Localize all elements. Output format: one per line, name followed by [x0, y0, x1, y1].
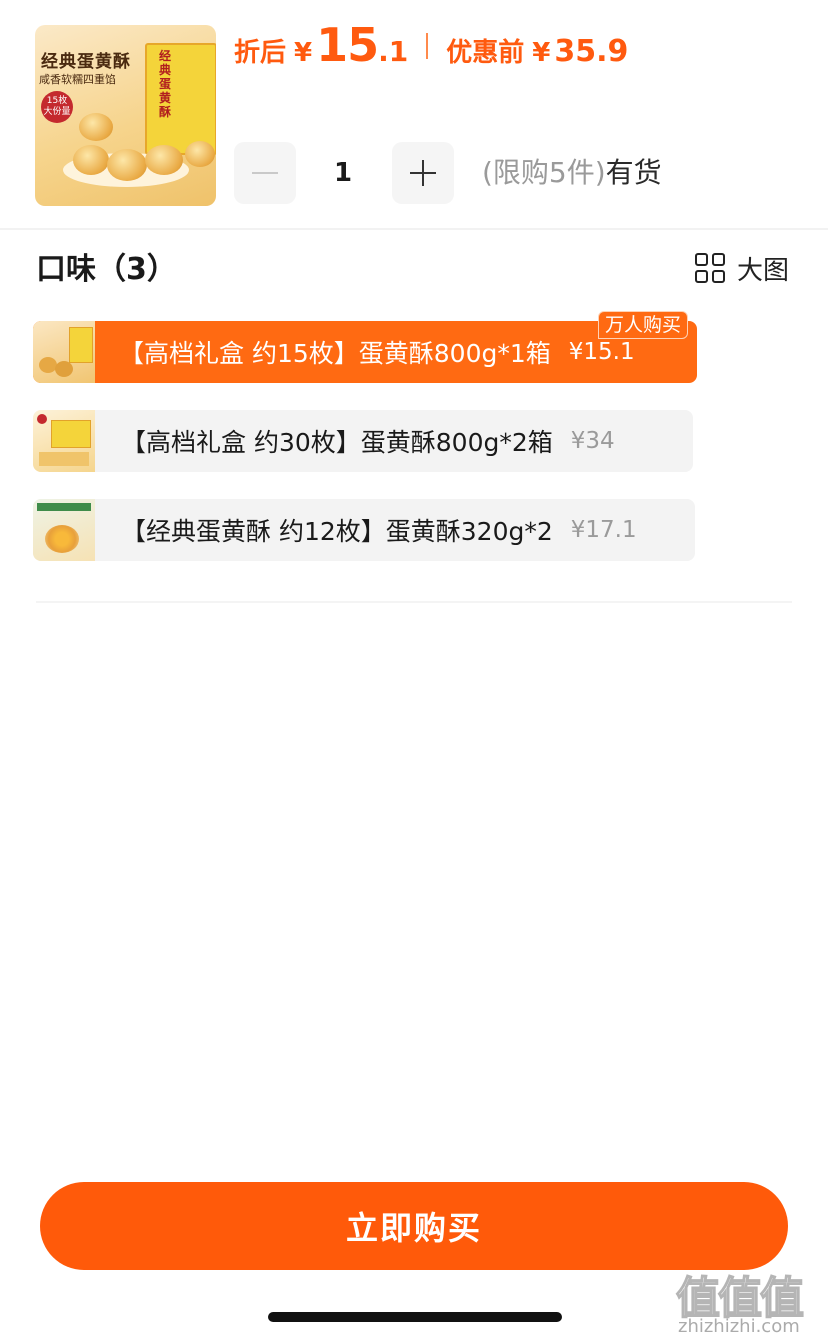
pastry-graphic	[79, 113, 113, 141]
price-separator	[426, 33, 429, 59]
flavor-option-2[interactable]: 【高档礼盒 约30枚】蛋黄酥800g*2箱 ¥34	[33, 410, 693, 472]
decrement-button[interactable]	[234, 142, 296, 204]
after-discount-price-int: 15	[316, 18, 379, 72]
before-discount-label: 优惠前	[446, 38, 525, 68]
option-label: 【高档礼盒 约15枚】蛋黄酥800g*1箱	[119, 339, 551, 368]
after-discount-price-dec: .1	[378, 35, 409, 68]
gift-box-graphic	[145, 43, 216, 155]
price-row: 折后 ¥ 15 .1 优惠前 ¥ 35.9	[234, 18, 628, 74]
option-price: ¥15.1	[568, 339, 635, 365]
badge-top-text: 15枚	[46, 96, 68, 106]
currency-symbol: ¥	[532, 38, 551, 68]
big-view-toggle[interactable]: 大图	[695, 250, 789, 286]
flavor-option-3[interactable]: 【经典蛋黄酥 约12枚】蛋黄酥320g*2 ¥17.1	[33, 499, 695, 561]
plus-icon	[410, 160, 436, 186]
minus-icon	[252, 172, 278, 174]
badge-bottom-text: 大份量	[43, 107, 71, 117]
increment-button[interactable]	[392, 142, 454, 204]
watermark-url: zhizhizhi.com	[678, 1316, 800, 1337]
pastry-graphic	[145, 145, 183, 175]
gift-box-text: 经典蛋黄酥	[159, 49, 172, 119]
product-image-badge: 15枚 大份量	[41, 91, 73, 123]
divider	[0, 228, 828, 230]
home-indicator[interactable]	[268, 1312, 562, 1322]
pastry-graphic	[73, 145, 109, 175]
quantity-value[interactable]: 1	[318, 142, 368, 204]
pastry-graphic	[185, 141, 215, 167]
purchase-limit: (限购5件)	[482, 156, 606, 189]
after-discount-label: 折后	[234, 38, 287, 68]
option-label: 【高档礼盒 约30枚】蛋黄酥800g*2箱	[121, 428, 553, 457]
big-view-label: 大图	[737, 255, 790, 286]
divider	[36, 601, 792, 603]
product-image-title: 经典蛋黄酥	[41, 52, 131, 72]
popular-tag: 万人购买	[598, 311, 689, 339]
grid-icon	[695, 253, 725, 283]
product-image-subtitle: 咸香软糯四重馅	[39, 73, 116, 86]
pastry-graphic	[107, 149, 147, 181]
before-discount-price: 35.9	[554, 34, 629, 69]
option-price: ¥17.1	[570, 517, 637, 543]
option-thumbnail	[33, 410, 95, 472]
currency-symbol: ¥	[294, 38, 313, 68]
option-label: 【经典蛋黄酥 约12枚】蛋黄酥320g*2	[121, 517, 553, 546]
buy-now-button[interactable]: 立即购买	[40, 1182, 788, 1270]
stock-status: 有货	[605, 156, 662, 189]
flavor-section-title: 口味（3）	[36, 252, 177, 287]
stock-info: (限购5件)有货	[482, 150, 662, 196]
option-thumbnail	[33, 321, 95, 383]
option-price: ¥34	[570, 428, 615, 454]
product-image[interactable]: 经典蛋黄酥 咸香软糯四重馅 15枚 大份量 经典蛋黄酥	[35, 25, 216, 206]
option-thumbnail	[33, 499, 95, 561]
